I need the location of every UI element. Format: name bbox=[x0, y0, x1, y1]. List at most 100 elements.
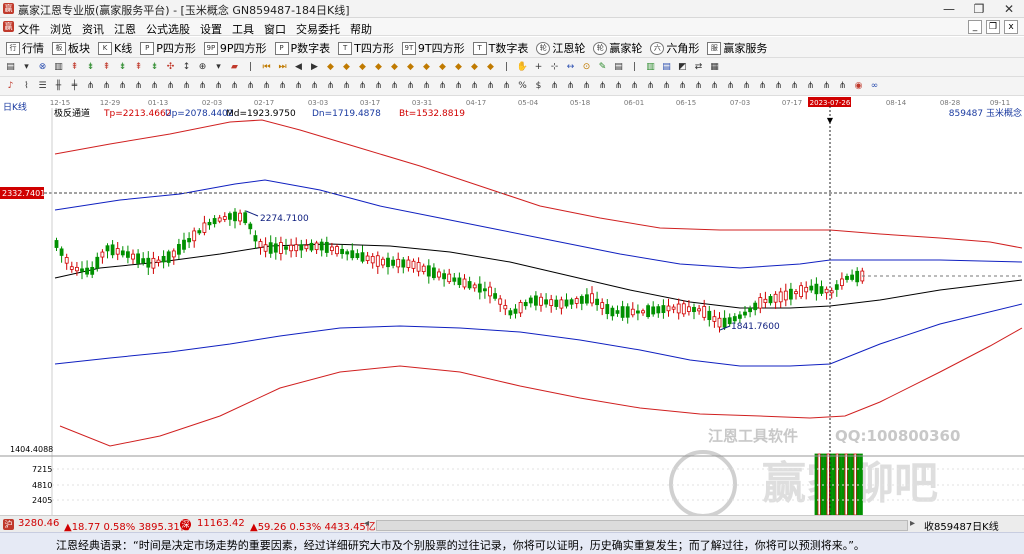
draw-sep3-icon[interactable]: | bbox=[628, 61, 641, 73]
toolbar-button-9[interactable]: 轮江恩轮 bbox=[536, 40, 585, 56]
draw-cross2-icon[interactable]: ⊹ bbox=[548, 61, 561, 73]
toolbar-button-2[interactable]: K K线 bbox=[98, 40, 132, 56]
tool-pen2-icon[interactable]: ♪ bbox=[4, 80, 17, 92]
tool-fork10-icon[interactable]: ⋔ bbox=[228, 80, 241, 92]
draw-table-icon[interactable]: ▤ bbox=[612, 61, 625, 73]
draw-diamond5-icon[interactable]: ◆ bbox=[388, 61, 401, 73]
tool-fork13-icon[interactable]: ⋔ bbox=[276, 80, 289, 92]
toolbar-button-4[interactable]: 9P 9P四方形 bbox=[203, 40, 267, 56]
tool-fork22-icon[interactable]: ⋔ bbox=[420, 80, 433, 92]
draw-diamond2-icon[interactable]: ◆ bbox=[340, 61, 353, 73]
draw-diamond11-icon[interactable]: ◆ bbox=[484, 61, 497, 73]
draw-diamond4-icon[interactable]: ◆ bbox=[372, 61, 385, 73]
draw-plus-icon[interactable]: + bbox=[532, 61, 545, 73]
minimize-button[interactable]: — bbox=[934, 1, 964, 17]
draw-diamond7-icon[interactable]: ◆ bbox=[420, 61, 433, 73]
tool-fork6-icon[interactable]: ⋔ bbox=[164, 80, 177, 92]
close-button[interactable]: ✕ bbox=[994, 1, 1024, 17]
tool2-fork39-icon[interactable]: ⋔ bbox=[724, 80, 737, 92]
scroll-right-arrow-icon[interactable]: ▸ bbox=[910, 518, 915, 529]
toolbar-button-7[interactable]: 9T 9T四方形 bbox=[401, 40, 465, 56]
tool-fork14-icon[interactable]: ⋔ bbox=[292, 80, 305, 92]
draw-move-icon[interactable]: ✣ bbox=[164, 61, 177, 73]
scroll-left-arrow-icon[interactable]: ◂ bbox=[364, 518, 369, 529]
tool2-fork29-icon[interactable]: ⋔ bbox=[564, 80, 577, 92]
draw-swap-icon[interactable]: ⇄ bbox=[692, 61, 705, 73]
draw-sep-icon[interactable]: | bbox=[244, 61, 257, 73]
menu-item-9[interactable]: 帮助 bbox=[350, 21, 372, 37]
tool-fork19-icon[interactable]: ⋔ bbox=[372, 80, 385, 92]
tool-fork2-icon[interactable]: ⋔ bbox=[100, 80, 113, 92]
draw-target-icon[interactable]: ⊙ bbox=[580, 61, 593, 73]
draw-dropdown-icon[interactable]: ▾ bbox=[20, 61, 33, 73]
toolbar-button-8[interactable]: T T数字表 bbox=[472, 40, 528, 56]
menu-item-8[interactable]: 交易委托 bbox=[296, 21, 340, 37]
tool2-fork42-icon[interactable]: ⋔ bbox=[772, 80, 785, 92]
tool-fork25-icon[interactable]: ⋔ bbox=[468, 80, 481, 92]
menu-item-4[interactable]: 公式选股 bbox=[146, 21, 190, 37]
draw-zoom-icon[interactable]: ⊕ bbox=[196, 61, 209, 73]
toolbar-button-10[interactable]: 轮赢家轮 bbox=[593, 40, 642, 56]
tool-line-icon[interactable]: ⌇ bbox=[20, 80, 33, 92]
tool2-fork45-icon[interactable]: ⋔ bbox=[820, 80, 833, 92]
menu-item-0[interactable]: 文件 bbox=[18, 21, 40, 37]
mdi-minimize-button[interactable]: _ bbox=[968, 20, 982, 34]
tool-fork11-icon[interactable]: ⋔ bbox=[244, 80, 257, 92]
draw-diamond6-icon[interactable]: ◆ bbox=[404, 61, 417, 73]
toolbar-button-11[interactable]: 六六角形 bbox=[650, 40, 699, 56]
mdi-close-button[interactable]: x bbox=[1004, 20, 1018, 34]
tool-dollar-icon[interactable]: $ bbox=[532, 80, 545, 92]
tool-hash2-icon[interactable]: ╪ bbox=[68, 80, 81, 92]
tool2-fork30-icon[interactable]: ⋔ bbox=[580, 80, 593, 92]
draw-pen-icon[interactable]: ✎ bbox=[596, 61, 609, 73]
tool2-fork44-icon[interactable]: ⋔ bbox=[804, 80, 817, 92]
draw-up-icon[interactable]: ⇞ bbox=[68, 61, 81, 73]
tool2-fork38-icon[interactable]: ⋔ bbox=[708, 80, 721, 92]
tool-fork3-icon[interactable]: ⋔ bbox=[116, 80, 129, 92]
tool-fork21-icon[interactable]: ⋔ bbox=[404, 80, 417, 92]
tool-fork16-icon[interactable]: ⋔ bbox=[324, 80, 337, 92]
tool-fork7-icon[interactable]: ⋔ bbox=[180, 80, 193, 92]
tool-fork24-icon[interactable]: ⋔ bbox=[452, 80, 465, 92]
menu-item-7[interactable]: 窗口 bbox=[264, 21, 286, 37]
draw-diamond9-icon[interactable]: ◆ bbox=[452, 61, 465, 73]
draw-down-icon[interactable]: ⇟ bbox=[84, 61, 97, 73]
tool-fork27-icon[interactable]: ⋔ bbox=[500, 80, 513, 92]
tool2-fork40-icon[interactable]: ⋔ bbox=[740, 80, 753, 92]
tool-fork20-icon[interactable]: ⋔ bbox=[388, 80, 401, 92]
toolbar-button-0[interactable]: 行行情 bbox=[6, 40, 44, 56]
tool2-fork46-icon[interactable]: ⋔ bbox=[836, 80, 849, 92]
tool-fork26-icon[interactable]: ⋔ bbox=[484, 80, 497, 92]
tool2-fork35-icon[interactable]: ⋔ bbox=[660, 80, 673, 92]
draw-hscale-icon[interactable]: ↔ bbox=[564, 61, 577, 73]
draw-split-icon[interactable]: ◩ bbox=[676, 61, 689, 73]
draw-next-icon[interactable]: ▶ bbox=[308, 61, 321, 73]
draw-down3-icon[interactable]: ⇟ bbox=[148, 61, 161, 73]
draw-prev-icon[interactable]: ◀ bbox=[292, 61, 305, 73]
tool2-fork43-icon[interactable]: ⋔ bbox=[788, 80, 801, 92]
toolbar-button-12[interactable]: 服赢家服务 bbox=[707, 40, 767, 56]
draw-last-icon[interactable]: ⏭ bbox=[276, 61, 289, 73]
draw-hand-icon[interactable]: ✋ bbox=[516, 61, 529, 73]
draw-diamond3-icon[interactable]: ◆ bbox=[356, 61, 369, 73]
menu-item-1[interactable]: 浏览 bbox=[50, 21, 72, 37]
tool2-fork37-icon[interactable]: ⋔ bbox=[692, 80, 705, 92]
draw-diamond10-icon[interactable]: ◆ bbox=[468, 61, 481, 73]
tool-fork5-icon[interactable]: ⋔ bbox=[148, 80, 161, 92]
tool2-fork36-icon[interactable]: ⋔ bbox=[676, 80, 689, 92]
toolbar-button-3[interactable]: P P四方形 bbox=[140, 40, 196, 56]
tool-fork1-icon[interactable]: ⋔ bbox=[84, 80, 97, 92]
draw-grid2-icon[interactable]: ▥ bbox=[644, 61, 657, 73]
tool-fork9-icon[interactable]: ⋔ bbox=[212, 80, 225, 92]
menu-item-5[interactable]: 设置 bbox=[200, 21, 222, 37]
horizontal-scrollbar[interactable] bbox=[376, 520, 908, 531]
menu-item-6[interactable]: 工具 bbox=[232, 21, 254, 37]
menu-item-3[interactable]: 江恩 bbox=[114, 21, 136, 37]
tool2-fork31-icon[interactable]: ⋔ bbox=[596, 80, 609, 92]
draw-dropdown2-icon[interactable]: ▾ bbox=[212, 61, 225, 73]
draw-list-icon[interactable]: ▤ bbox=[660, 61, 673, 73]
draw-sep2-icon[interactable]: | bbox=[500, 61, 513, 73]
tool2-palette-icon[interactable]: ◉ bbox=[852, 80, 865, 92]
draw-cross-icon[interactable]: ⊗ bbox=[36, 61, 49, 73]
draw-up3-icon[interactable]: ⇞ bbox=[132, 61, 145, 73]
